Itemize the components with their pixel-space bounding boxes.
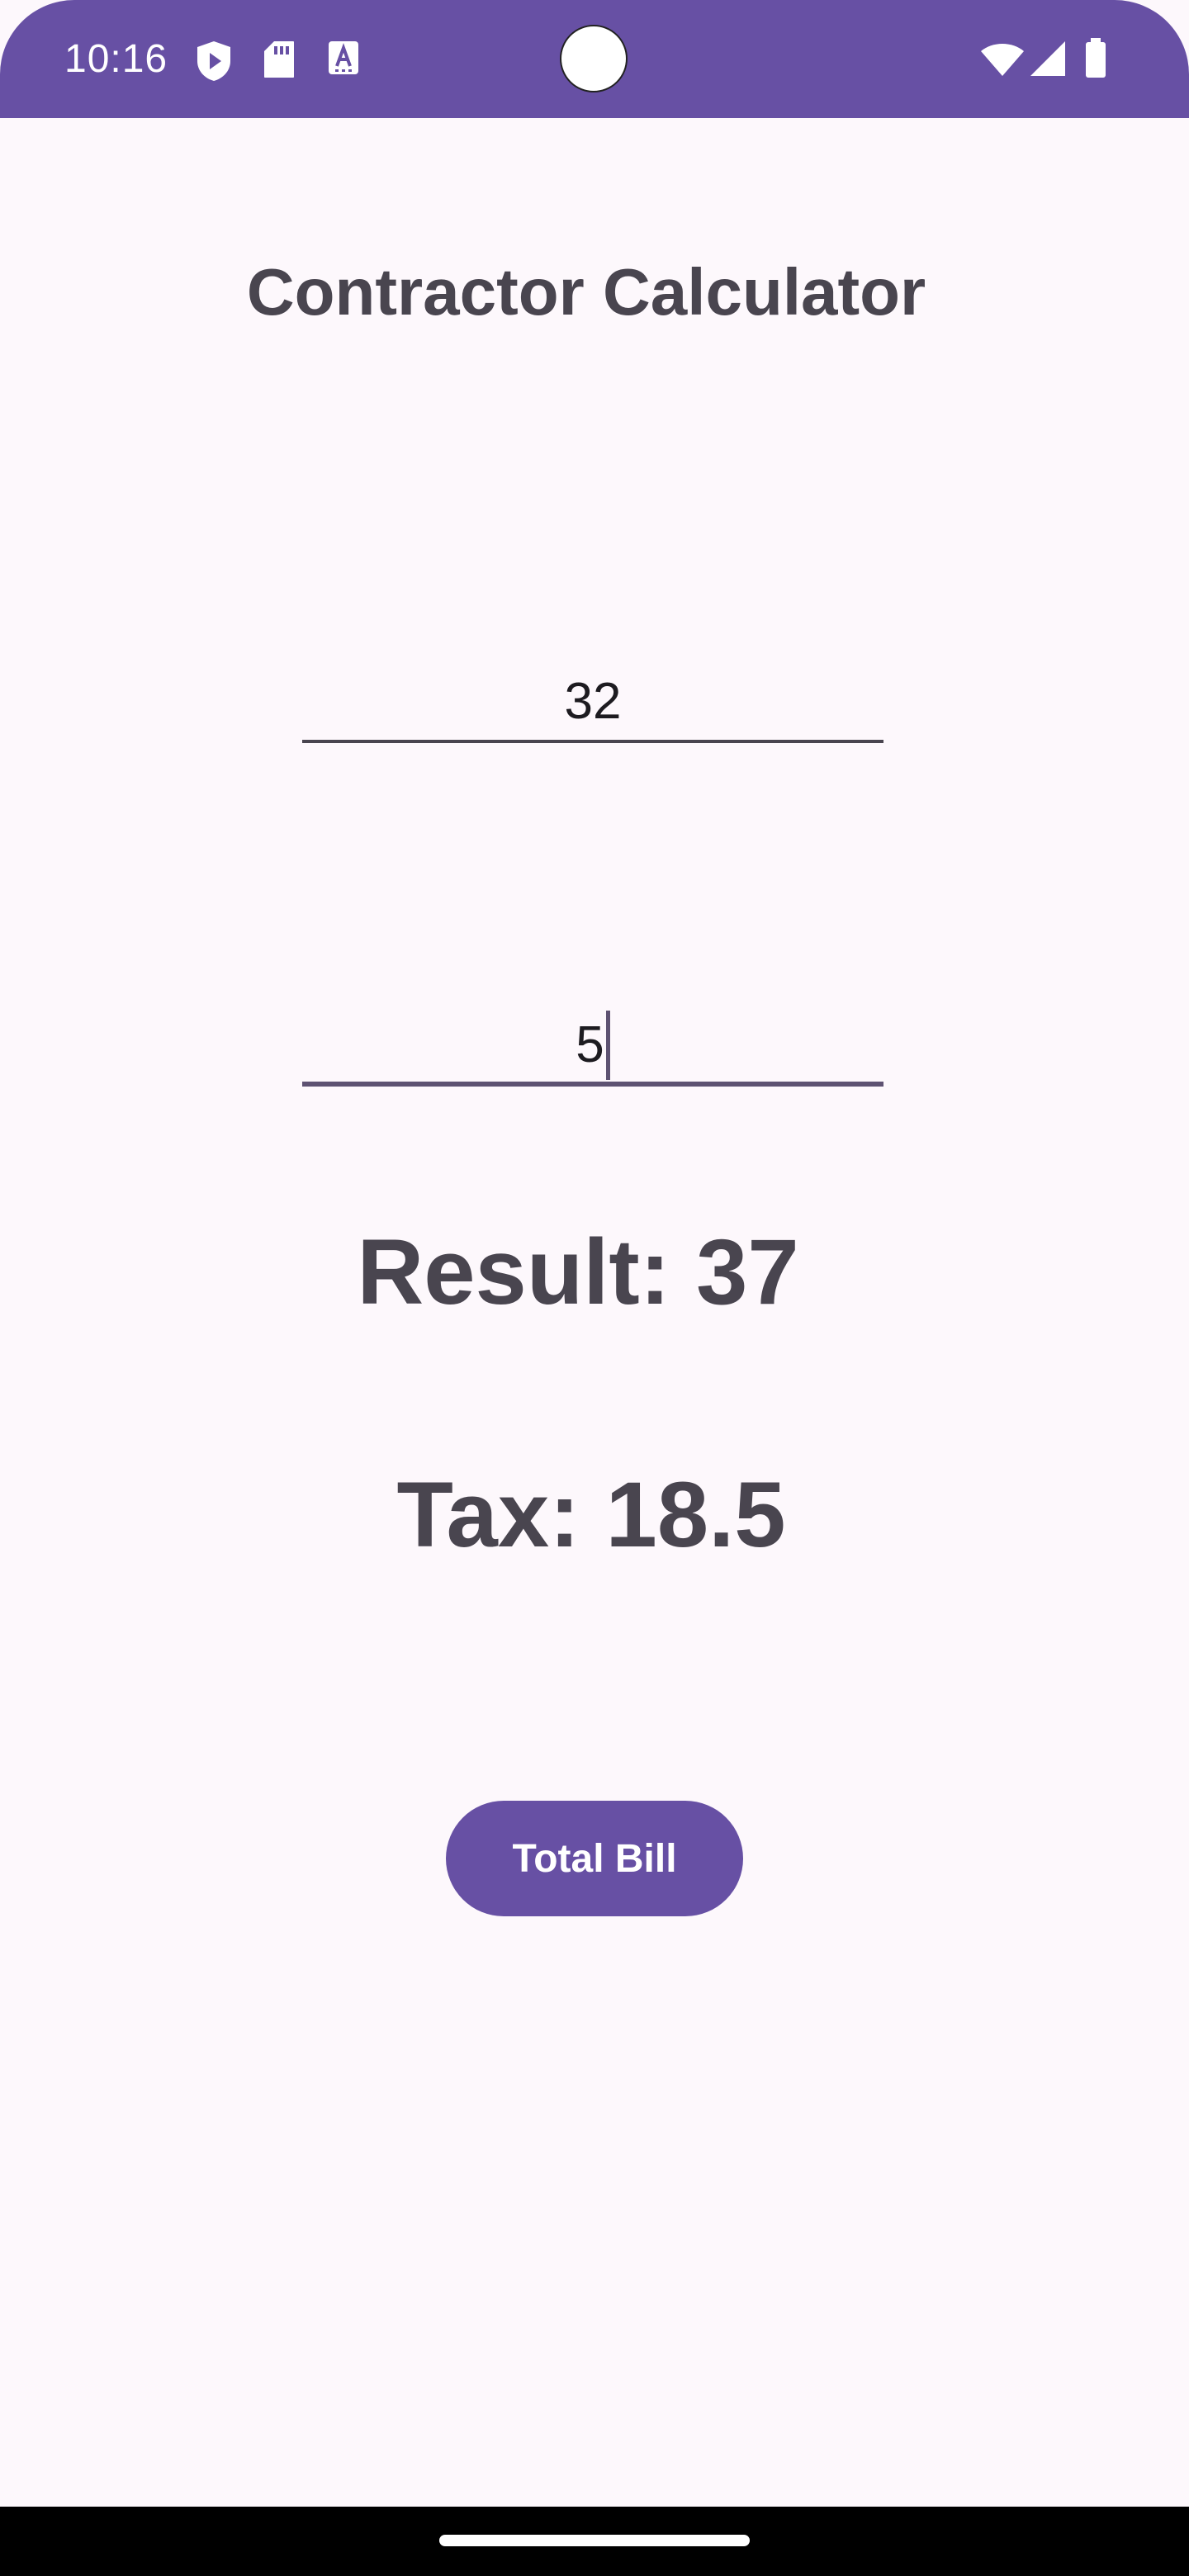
second-number-value: 5 — [576, 1016, 604, 1073]
signal-icon — [1029, 40, 1067, 82]
status-time: 10:16 — [64, 37, 168, 81]
text-cursor — [605, 1010, 610, 1080]
camera-cutout — [560, 25, 628, 92]
font-a-icon — [327, 40, 360, 80]
play-protect-icon — [195, 40, 233, 87]
status-bar: 10:16 — [0, 0, 1189, 118]
tax-label: Tax: 18.5 — [396, 1463, 786, 1566]
first-number-input[interactable]: 32 — [302, 661, 883, 743]
total-bill-button[interactable]: Total Bill — [446, 1801, 743, 1916]
app-screen: 10:16 Contractor Calculator 32 5 Result:… — [0, 0, 1189, 2576]
page-title: Contractor Calculator — [246, 255, 926, 329]
sd-card-icon — [263, 40, 296, 83]
second-number-input[interactable]: 5 — [302, 1004, 883, 1087]
wifi-icon — [979, 41, 1026, 82]
result-label: Result: 37 — [357, 1220, 799, 1324]
first-number-value: 32 — [564, 673, 622, 730]
battery-icon — [1083, 36, 1108, 83]
home-gesture-handle[interactable] — [439, 2535, 750, 2546]
